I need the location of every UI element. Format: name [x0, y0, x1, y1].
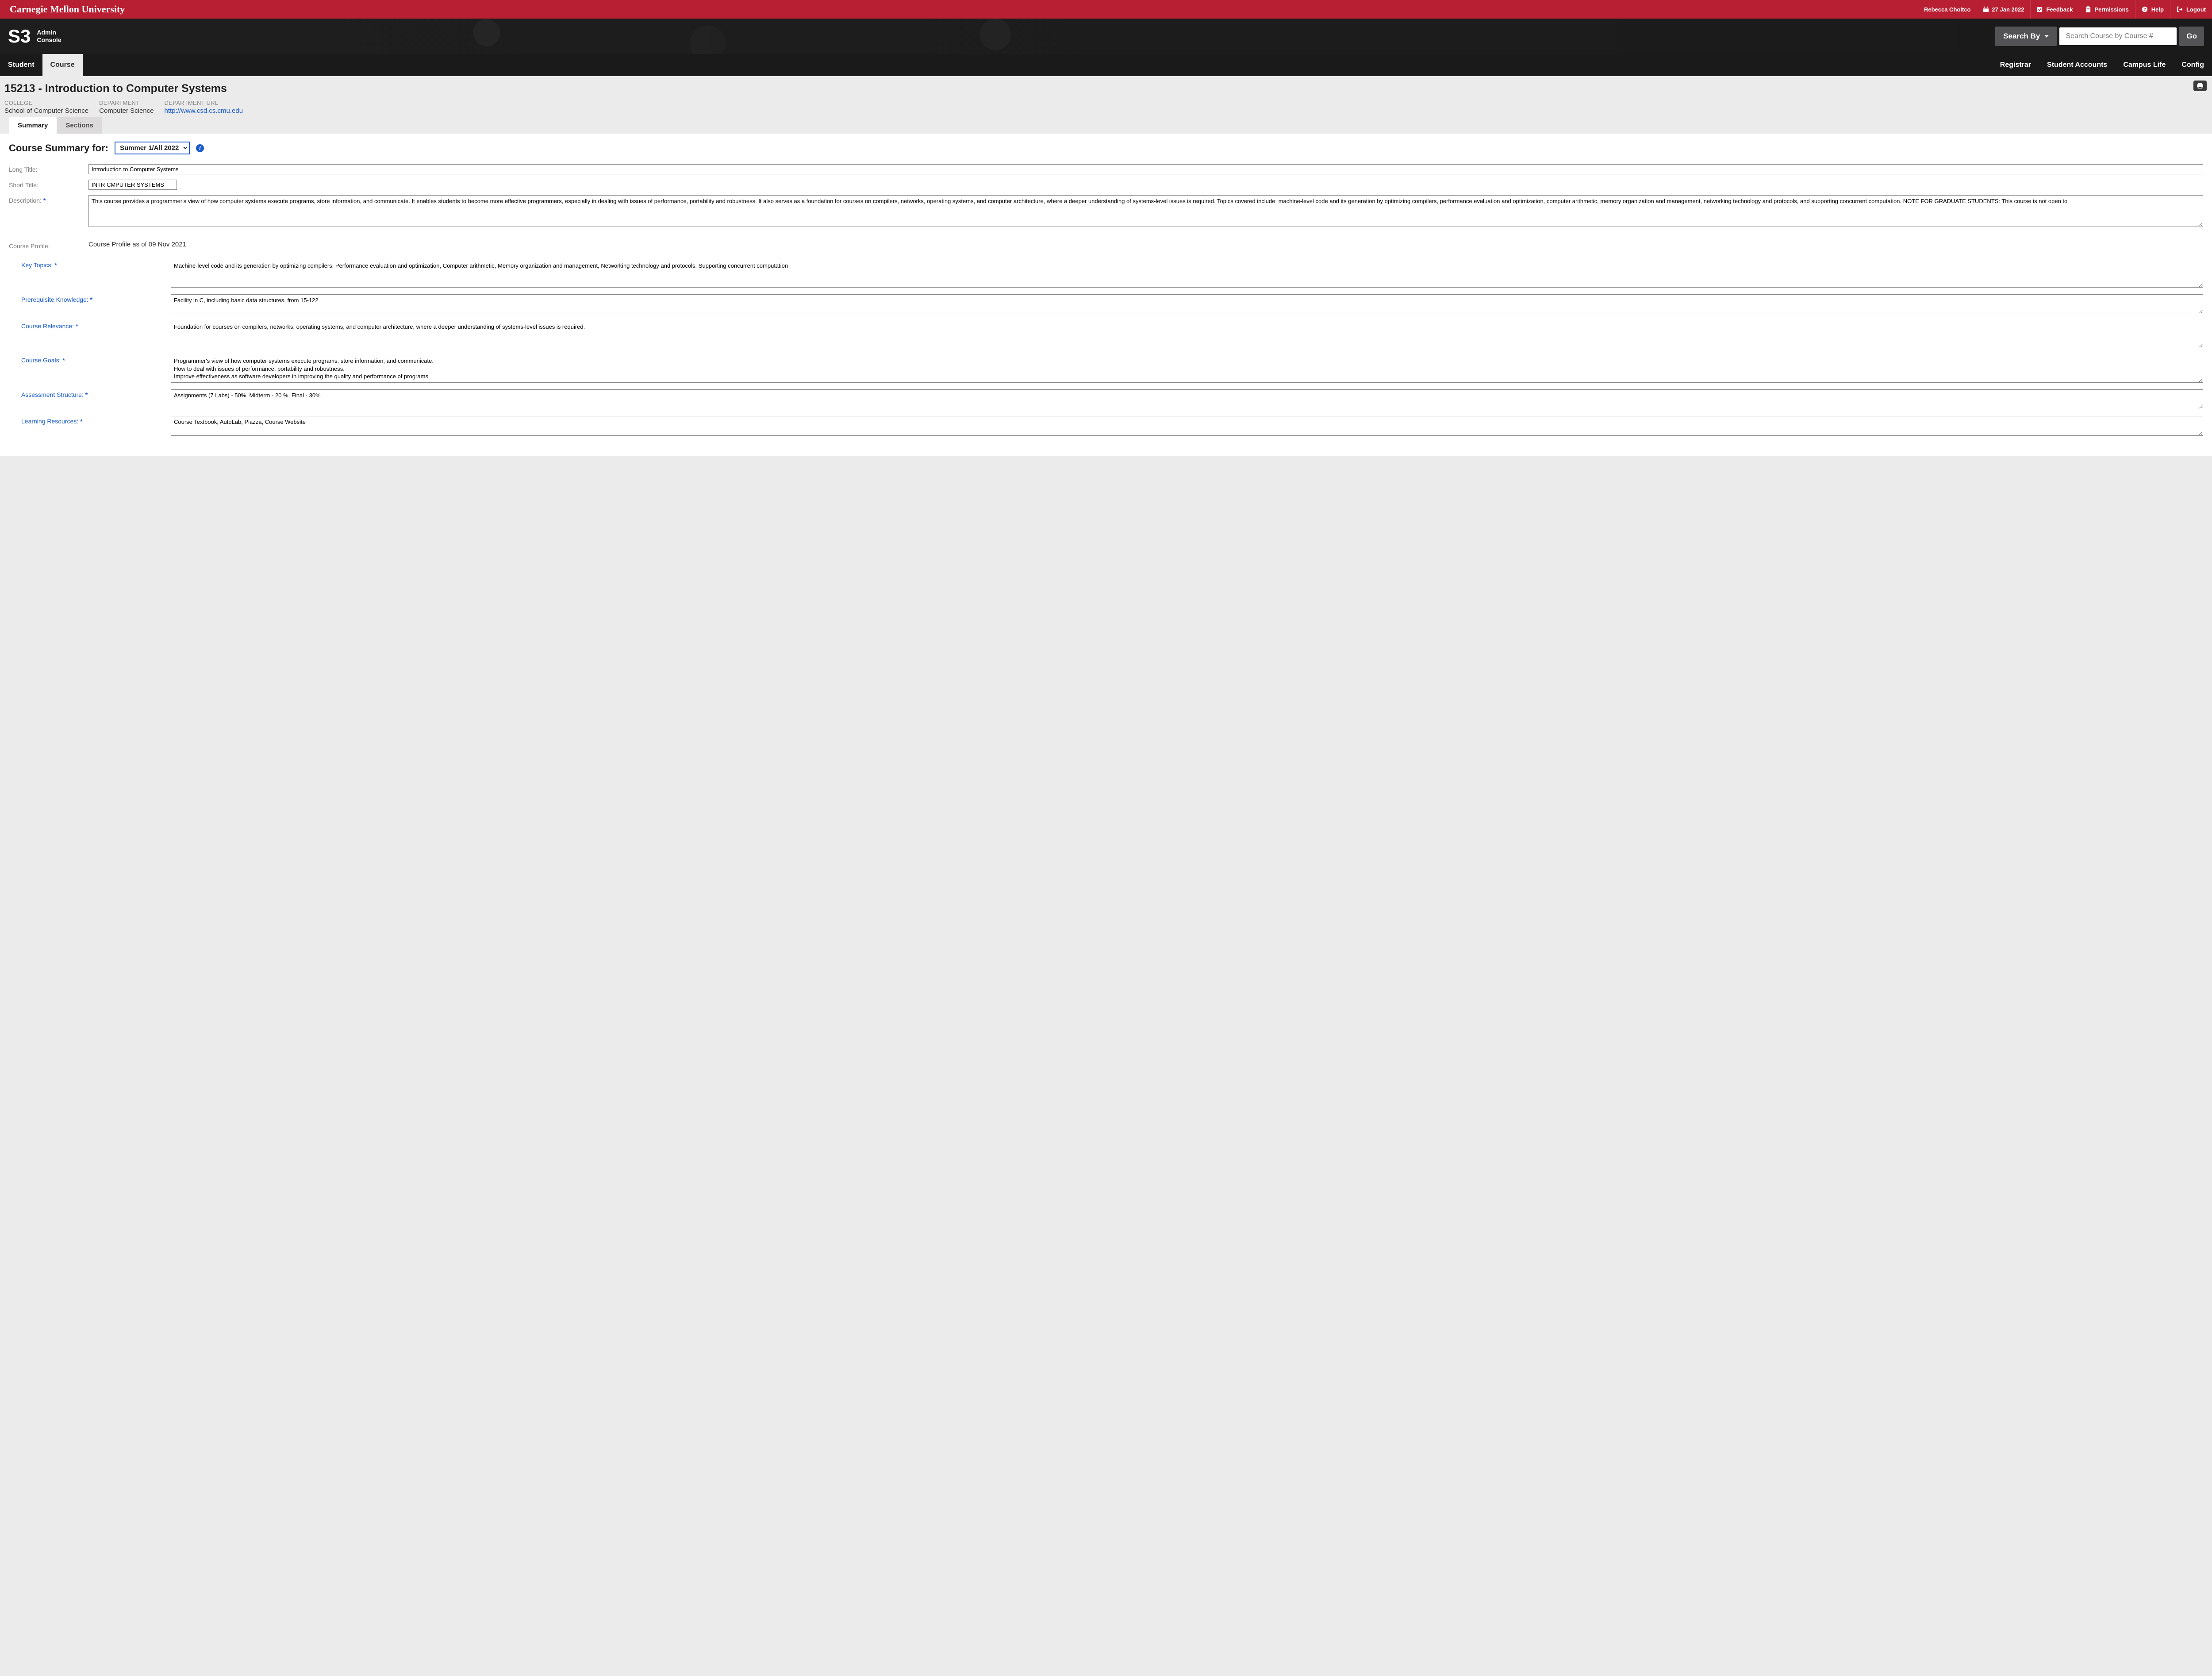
user-name: Rebecca Choltco — [1924, 6, 1970, 13]
help-icon: ? — [2142, 6, 2148, 12]
course-profile-heading: Course Profile as of 09 Nov 2021 — [88, 241, 2203, 248]
course-meta: COLLEGE School of Computer Science DEPAR… — [4, 100, 2208, 115]
topbar: Carnegie Mellon University Rebecca Cholt… — [0, 0, 2212, 19]
description-label: Description: * — [9, 195, 88, 204]
nav-student[interactable]: Student — [0, 54, 42, 76]
search-input[interactable] — [2059, 27, 2177, 45]
college-value: School of Computer Science — [4, 107, 88, 115]
nav-config[interactable]: Config — [2174, 54, 2212, 76]
logout-label: Logout — [2186, 6, 2206, 13]
relevance-textarea[interactable] — [171, 321, 2203, 349]
relevance-label[interactable]: Course Relevance: * — [21, 321, 171, 330]
search-by-label: Search By — [2003, 32, 2040, 41]
short-title-input[interactable] — [88, 180, 177, 190]
summary-title: Course Summary for: — [9, 142, 108, 154]
search-block: Search By Go — [1995, 27, 2204, 46]
assessment-textarea[interactable] — [171, 389, 2203, 409]
permissions-label: Permissions — [2094, 6, 2128, 13]
app-subtitle: Admin Console — [37, 29, 61, 44]
university-wordmark: Carnegie Mellon University — [10, 4, 125, 15]
key-topics-textarea[interactable] — [171, 260, 2203, 288]
college-label: COLLEGE — [4, 100, 88, 106]
tab-sections[interactable]: Sections — [57, 117, 102, 134]
long-title-input[interactable] — [88, 164, 2203, 174]
help-label: Help — [2151, 6, 2164, 13]
prereq-textarea[interactable] — [171, 294, 2203, 314]
logout-icon — [2177, 6, 2183, 12]
nav-student-accounts[interactable]: Student Accounts — [2039, 54, 2115, 76]
clipboard-icon — [2085, 6, 2091, 12]
header-bar: S3 Admin Console Search By Go — [0, 19, 2212, 54]
calendar-icon — [1983, 6, 1989, 12]
current-date: 27 Jan 2022 — [1977, 0, 2030, 19]
nav-campus-life[interactable]: Campus Life — [2115, 54, 2174, 76]
inner-tabs: Summary Sections — [4, 117, 2208, 134]
info-icon[interactable]: i — [196, 144, 204, 152]
summary-header: Course Summary for: Summer 1/All 2022 i — [9, 142, 2203, 154]
svg-text:?: ? — [2143, 8, 2146, 12]
department-value: Computer Science — [99, 107, 154, 115]
goals-label[interactable]: Course Goals: * — [21, 355, 171, 364]
description-textarea[interactable] — [88, 195, 2203, 227]
search-by-dropdown[interactable]: Search By — [1995, 27, 2057, 46]
printer-icon — [2197, 83, 2204, 89]
short-title-label: Short Title: — [9, 180, 88, 188]
s3-logo: S3 — [8, 27, 31, 46]
department-label: DEPARTMENT — [99, 100, 154, 106]
long-title-label: Long Title: — [9, 164, 88, 173]
feedback-icon — [2037, 7, 2043, 12]
logout-button[interactable]: Logout — [2170, 0, 2212, 19]
help-button[interactable]: ? Help — [2135, 0, 2170, 19]
department-url-label: DEPARTMENT URL — [165, 100, 243, 106]
permissions-button[interactable]: Permissions — [2079, 0, 2135, 19]
prereq-label[interactable]: Prerequisite Knowledge: * — [21, 294, 171, 303]
course-profile-label: Course Profile: — [9, 241, 88, 250]
department-url-link[interactable]: http://www.csd.cs.cmu.edu — [165, 107, 243, 115]
nav-course[interactable]: Course — [42, 54, 83, 76]
form-body: Course Summary for: Summer 1/All 2022 i … — [0, 134, 2212, 456]
key-topics-label[interactable]: Key Topics: * — [21, 260, 171, 269]
assessment-label[interactable]: Assessment Structure: * — [21, 389, 171, 398]
feedback-label: Feedback — [2046, 6, 2073, 13]
date-text: 27 Jan 2022 — [1992, 6, 2024, 13]
print-button[interactable] — [2193, 81, 2207, 91]
tab-summary[interactable]: Summary — [9, 117, 57, 134]
app-logo-block: S3 Admin Console — [8, 27, 61, 46]
term-select[interactable]: Summer 1/All 2022 — [115, 142, 190, 154]
page-header: 15213 - Introduction to Computer Systems… — [0, 76, 2212, 134]
resources-label[interactable]: Learning Resources: * — [21, 416, 171, 425]
page-title: 15213 - Introduction to Computer Systems — [4, 82, 2208, 95]
goals-textarea[interactable] — [171, 355, 2203, 383]
feedback-button[interactable]: Feedback — [2030, 0, 2079, 19]
caret-down-icon — [2044, 35, 2049, 38]
nav-registrar[interactable]: Registrar — [1992, 54, 2039, 76]
main-nav: Student Course Registrar Student Account… — [0, 54, 2212, 76]
go-button[interactable]: Go — [2179, 27, 2204, 46]
resources-textarea[interactable] — [171, 416, 2203, 436]
current-user: Rebecca Choltco — [1918, 0, 1977, 19]
